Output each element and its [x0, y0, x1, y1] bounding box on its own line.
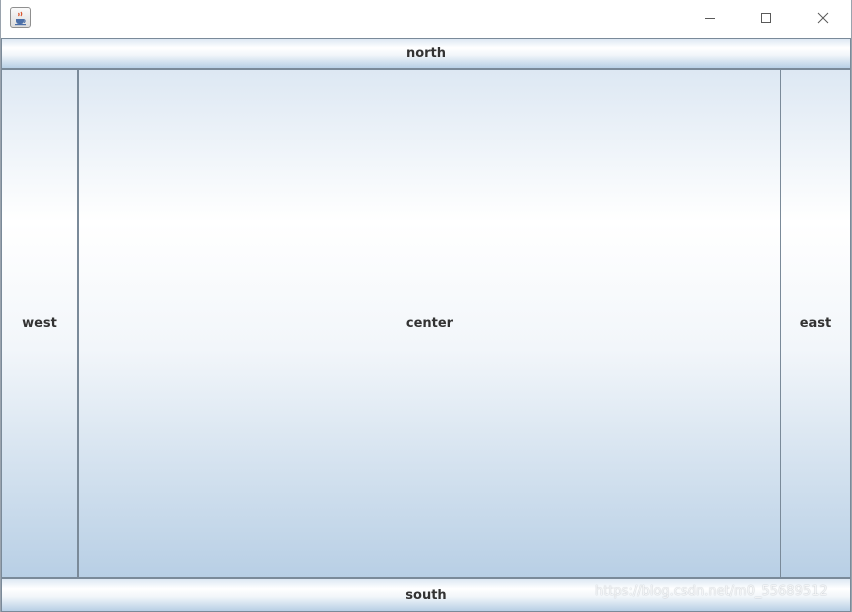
south-button[interactable]: south — [1, 578, 851, 612]
center-button[interactable]: center — [78, 69, 781, 578]
maximize-icon — [761, 13, 771, 23]
minimize-icon — [705, 18, 715, 19]
center-button-label: center — [405, 316, 454, 331]
title-bar[interactable] — [1, 0, 851, 38]
close-button[interactable] — [795, 0, 851, 36]
border-layout-panel: north west center east south — [1, 38, 851, 612]
minimize-button[interactable] — [682, 0, 738, 36]
north-button[interactable]: north — [1, 38, 851, 69]
west-button[interactable]: west — [1, 69, 78, 578]
app-window: north west center east south https://blo… — [0, 0, 852, 612]
east-button[interactable]: east — [780, 69, 851, 578]
java-coffee-cup-icon[interactable] — [10, 7, 31, 28]
maximize-button[interactable] — [738, 0, 794, 36]
west-button-label: west — [22, 316, 57, 331]
east-button-label: east — [799, 316, 832, 331]
south-button-label: south — [405, 587, 447, 603]
close-icon — [817, 12, 829, 24]
north-button-label: north — [405, 46, 447, 61]
